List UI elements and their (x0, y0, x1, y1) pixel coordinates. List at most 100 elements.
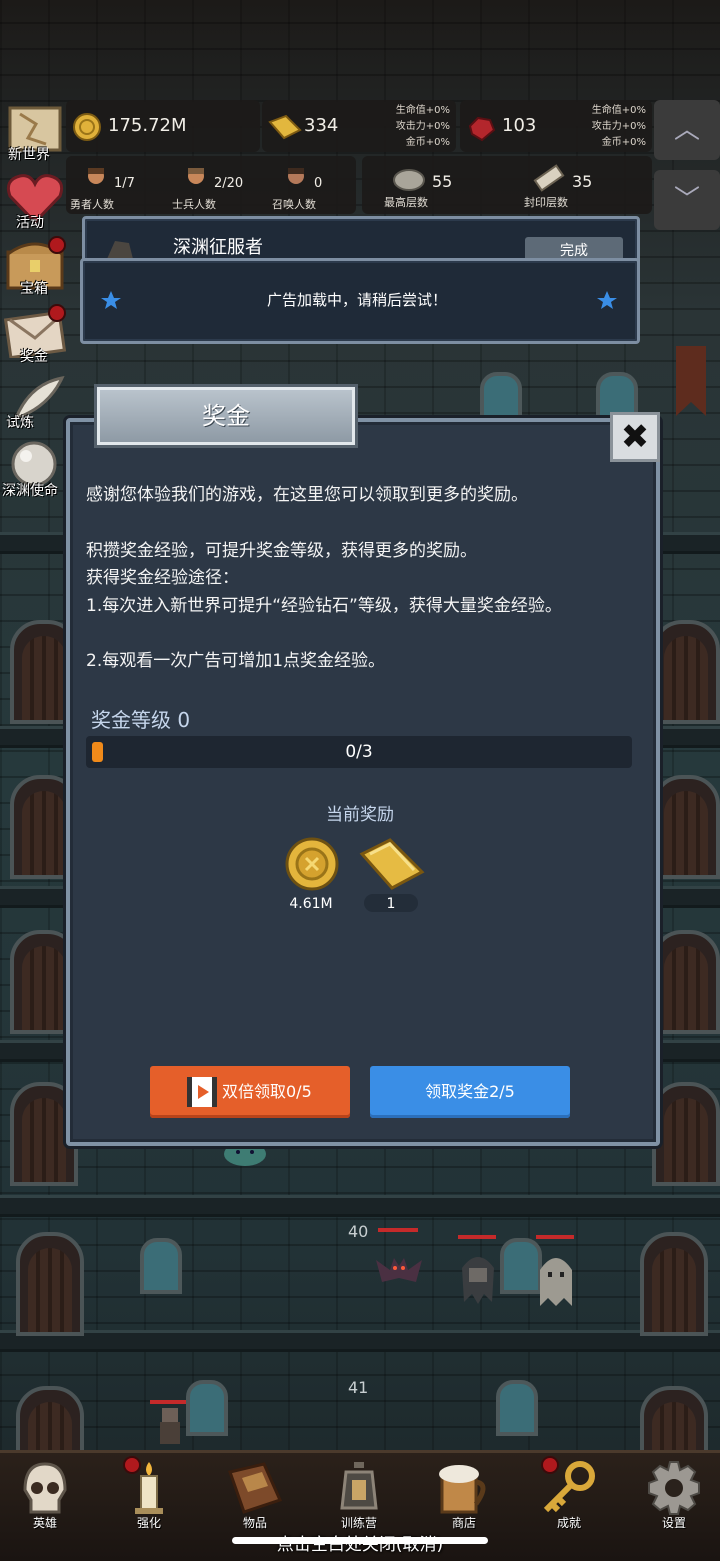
side-label: 新世界 (8, 147, 50, 163)
double-claim-button[interactable]: 双倍领取0/5 (150, 1066, 350, 1118)
enemy-health-bar (378, 1228, 418, 1232)
hero-count: 1/7 (114, 176, 135, 191)
claim-bonus-button[interactable]: 领取奖金2/5 (370, 1066, 570, 1118)
reward-gold-value: 4.61M (289, 896, 333, 912)
star-icon (597, 291, 617, 309)
sealed-floor-label: 封印层数 (524, 196, 568, 209)
gold-bar-icon (359, 838, 425, 890)
summon-count: 0 (314, 176, 323, 191)
dungeon-door (640, 1232, 708, 1336)
ad-loading-text: 广告加载中，请稍后尝试！ (266, 291, 447, 309)
gold-panel[interactable]: 175.72M (66, 100, 260, 152)
soldier-avatar-icon (188, 168, 204, 184)
side-label: 试炼 (6, 415, 34, 431)
dialog-line: 2.每观看一次广告可增加1点奖金经验。 (86, 651, 386, 671)
soldier-count: 2/20 (214, 176, 244, 191)
bonus-progress-bar: 0/3 (86, 736, 632, 768)
side-item-trial[interactable]: 试炼 (2, 372, 66, 432)
unit-count-panel[interactable]: 1/7 勇者人数 2/20 士兵人数 0 召唤人数 (66, 156, 356, 214)
nav-label: 成就 (556, 1516, 581, 1530)
side-label: 奖金 (20, 349, 48, 365)
bat-enemy-icon[interactable] (376, 1248, 422, 1288)
gold-coin-icon (285, 837, 339, 891)
scroll-up-button[interactable]: ︿ (654, 100, 720, 160)
double-claim-label: 双倍领取0/5 (222, 1082, 312, 1101)
dungeon-door (652, 775, 720, 879)
close-button[interactable]: ✖ (610, 412, 660, 462)
skull-icon (23, 1462, 67, 1514)
gold-bar-panel[interactable]: 334 生命值+0% 攻击力+0% 金币+0% (262, 100, 456, 152)
gold-bar-icon (268, 114, 302, 140)
nav-label: 设置 (661, 1516, 686, 1530)
max-floor-value: 55 (432, 172, 453, 191)
summon-avatar-icon (288, 168, 304, 184)
hero-avatar-icon (88, 168, 104, 184)
dungeon-door (16, 1232, 84, 1336)
dungeon-door (652, 1082, 720, 1186)
reward-gold-bar-value: 1 (386, 896, 396, 912)
hero-count-label: 勇者人数 (70, 198, 114, 211)
side-item-chest[interactable]: 宝箱 (2, 236, 66, 298)
stone-icon (393, 169, 425, 191)
gold-value: 175.72M (108, 115, 187, 136)
mug-icon (439, 1465, 486, 1514)
ruby-panel[interactable]: 103 生命值+0% 攻击力+0% 金币+0% (460, 100, 652, 152)
nav-label: 英雄 (32, 1516, 57, 1530)
ad-loading-banner: 广告加载中，请稍后尝试！ (80, 258, 640, 344)
side-item-abyss-mission[interactable]: 深渊使命 (2, 440, 66, 500)
floor-number: 40 (348, 1222, 369, 1241)
bonus-dialog (66, 418, 660, 1146)
quest-title: 深渊征服者 (173, 237, 263, 258)
enemy-health-bar (458, 1235, 496, 1239)
dungeon-window (140, 1238, 182, 1294)
enemy-health-bar (536, 1235, 574, 1239)
nav-label: 强化 (136, 1516, 161, 1530)
book-icon (228, 1462, 283, 1514)
nav-label: 训练营 (340, 1516, 377, 1530)
current-reward-title: 当前奖励 (326, 805, 394, 825)
ruby-bonus-gold: 金币+0% (601, 137, 646, 148)
video-play-icon (187, 1077, 217, 1107)
soldier-count-label: 士兵人数 (172, 198, 216, 211)
side-label: 宝箱 (20, 281, 48, 297)
side-item-events[interactable]: 活动 (2, 170, 66, 231)
floor-number: 41 (348, 1378, 369, 1397)
scroll-down-button[interactable]: ﹀ (654, 170, 720, 230)
dialog-line: 积攒奖金经验，可提升奖金等级，获得更多的奖励。 (86, 541, 477, 561)
side-label: 深渊使命 (2, 483, 58, 499)
gear-icon (648, 1461, 700, 1515)
gold-bar-bonus-atk: 攻击力+0% (395, 121, 450, 132)
summon-count-label: 召唤人数 (272, 198, 316, 211)
notification-dot (48, 304, 66, 322)
home-indicator[interactable] (232, 1537, 488, 1544)
ghost-enemy-icon[interactable] (536, 1250, 576, 1308)
floor-divider (0, 1195, 720, 1217)
gold-bar-value: 334 (304, 115, 339, 136)
ruby-bonus-atk: 攻击力+0% (591, 121, 646, 132)
zombie-enemy-icon[interactable] (156, 1406, 184, 1450)
ruby-bonus-hp: 生命值+0% (591, 105, 646, 116)
enemy-health-bar (150, 1400, 186, 1404)
ruby-value: 103 (502, 115, 537, 136)
dialog-title: 奖金 (97, 387, 355, 445)
scroll-icon (533, 164, 565, 192)
progress-text: 0/3 (345, 742, 373, 762)
dialog-line: 获得奖金经验途径： (86, 568, 239, 588)
bonus-level-label: 奖金等级 0 (91, 708, 191, 732)
ruby-icon (468, 116, 496, 142)
gold-coin-icon (73, 113, 101, 141)
nav-label: 商店 (451, 1516, 476, 1530)
gold-bar-bonus-gold: 金币+0% (405, 137, 450, 148)
hooded-ghoul-enemy-icon[interactable] (458, 1250, 498, 1306)
side-item-new-world[interactable]: 新世界 (2, 104, 66, 164)
max-floor-label: 最高层数 (384, 196, 428, 209)
sealed-floor-value: 35 (572, 172, 593, 191)
notification-dot (541, 1456, 559, 1474)
notification-dot (48, 236, 66, 254)
floor-stats-panel[interactable]: 55 最高层数 35 封印层数 (362, 156, 652, 214)
notification-dot (123, 1456, 141, 1474)
lantern-icon (340, 1462, 378, 1510)
side-item-bonus[interactable]: 奖金 (2, 304, 66, 366)
dungeon-window (496, 1380, 538, 1436)
dialog-intro-text: 感谢您体验我们的游戏，在这里您可以领取到更多的奖励。 (86, 485, 528, 505)
